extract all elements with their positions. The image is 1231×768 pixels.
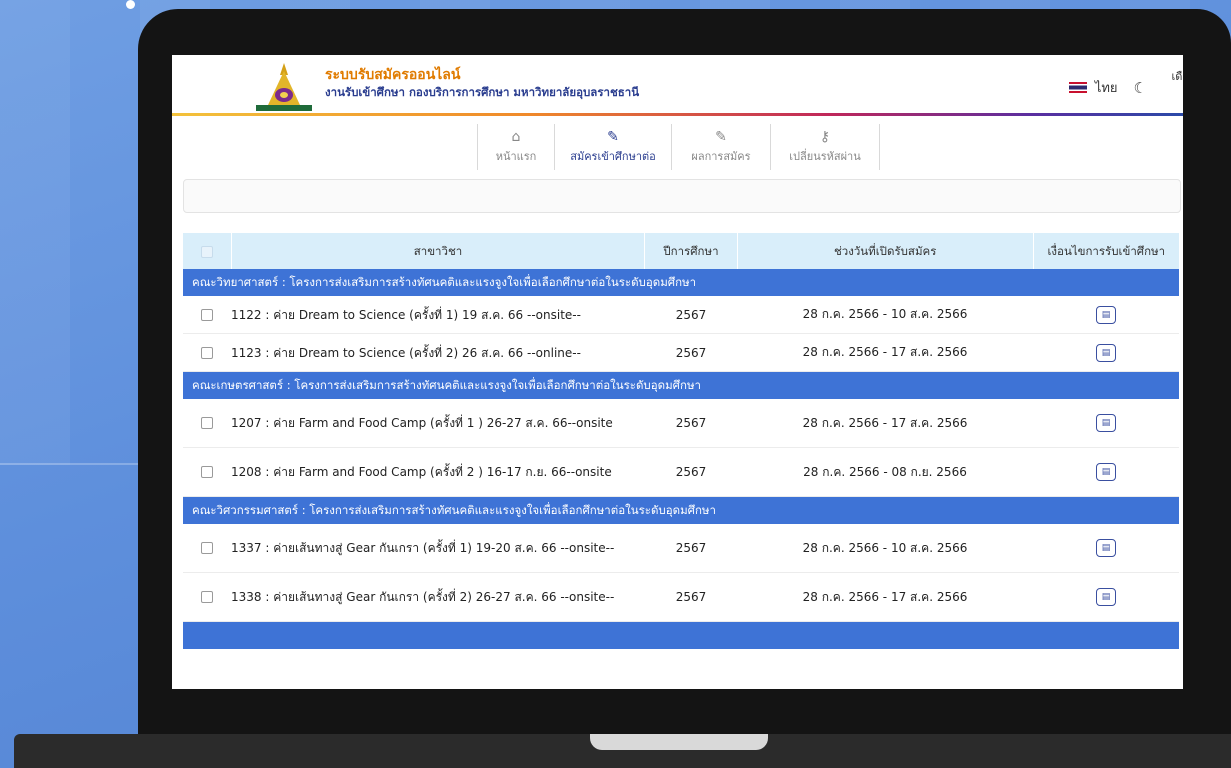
- system-title: ระบบรับสมัครออนไลน์: [325, 67, 461, 83]
- system-subtitle: งานรับเข้าศึกษา กองบริการการศึกษา มหาวิท…: [325, 85, 640, 99]
- table-header: สาขาวิชา ปีการศึกษา ช่วงวันที่เปิดรับสมั…: [183, 233, 1179, 269]
- table-row: 1208 : ค่าย Farm and Food Camp (ครั้งที่…: [183, 448, 1179, 497]
- row-checkbox[interactable]: [201, 466, 213, 478]
- program-name: 1208 : ค่าย Farm and Food Camp (ครั้งที่…: [231, 465, 612, 479]
- site-header: ระบบรับสมัครออนไลน์ งานรับเข้าศึกษา กองบ…: [172, 55, 1183, 117]
- nav-home[interactable]: ⌂ หน้าแรก: [477, 124, 554, 170]
- program-table: สาขาวิชา ปีการศึกษา ช่วงวันที่เปิดรับสมั…: [183, 233, 1179, 649]
- table-row: 1337 : ค่ายเส้นทางสู่ Gear กันเกรา (ครั้…: [183, 524, 1179, 573]
- nav-results[interactable]: ✎ ผลการสมัคร: [671, 124, 770, 170]
- edit-icon: ✎: [715, 129, 727, 145]
- month-label: เดือ: [1171, 70, 1183, 83]
- nav-apply-label: สมัครเข้าศึกษาต่อ: [570, 150, 656, 163]
- faculty-group-header: คณะวิทยาศาสตร์ : โครงการส่งเสริมการสร้าง…: [183, 269, 1179, 296]
- header-program: สาขาวิชา: [232, 233, 646, 269]
- nav-change-password[interactable]: ⚷ เปลี่ยนรหัสผ่าน: [770, 124, 880, 170]
- faculty-group-header-partial: [183, 622, 1179, 649]
- application-dates: 28 ก.ค. 2566 - 10 ส.ค. 2566: [802, 307, 968, 321]
- edit-icon: ✎: [607, 129, 619, 145]
- document-icon[interactable]: ▤: [1096, 588, 1116, 606]
- header-dates: ช่วงวันที่เปิดรับสมัคร: [738, 233, 1034, 269]
- row-checkbox[interactable]: [201, 346, 213, 359]
- row-checkbox[interactable]: [201, 591, 213, 603]
- language-label[interactable]: ไทย: [1095, 77, 1118, 98]
- faculty-group-header: คณะเกษตรศาสตร์ : โครงการส่งเสริมการสร้าง…: [183, 372, 1179, 399]
- program-name: 1207 : ค่าย Farm and Food Camp (ครั้งที่…: [231, 416, 613, 430]
- academic-year: 2567: [675, 590, 707, 604]
- nav-apply[interactable]: ✎ สมัครเข้าศึกษาต่อ: [554, 124, 671, 170]
- laptop-notch: [590, 734, 768, 750]
- home-icon: ⌂: [511, 129, 521, 145]
- academic-year: 2567: [675, 307, 707, 322]
- program-name: 1338 : ค่ายเส้นทางสู่ Gear กันเกรา (ครั้…: [231, 590, 615, 604]
- application-dates: 28 ก.ค. 2566 - 17 ส.ค. 2566: [802, 345, 968, 359]
- main-nav: ⌂ หน้าแรก ✎ สมัครเข้าศึกษาต่อ ✎ ผลการสมั…: [477, 124, 880, 170]
- application-dates: 28 ก.ค. 2566 - 08 ก.ย. 2566: [803, 464, 967, 479]
- faculty-group-header: คณะวิศวกรรมศาสตร์ : โครงการส่งเสริมการสร…: [183, 497, 1179, 524]
- header-year: ปีการศึกษา: [645, 233, 738, 269]
- nav-home-label: หน้าแรก: [495, 150, 537, 163]
- academic-year: 2567: [675, 541, 707, 555]
- application-dates: 28 ก.ค. 2566 - 17 ส.ค. 2566: [802, 589, 968, 604]
- filter-bar[interactable]: [183, 179, 1181, 213]
- row-checkbox[interactable]: [201, 308, 213, 321]
- application-dates: 28 ก.ค. 2566 - 17 ส.ค. 2566: [802, 415, 968, 430]
- header-gradient-line: [172, 113, 1183, 116]
- academic-year: 2567: [675, 416, 707, 430]
- table-row: 1122 : ค่าย Dream to Science (ครั้งที่ 1…: [183, 296, 1179, 334]
- nav-change-password-label: เปลี่ยนรหัสผ่าน: [789, 150, 861, 163]
- table-row: 1123 : ค่าย Dream to Science (ครั้งที่ 2…: [183, 334, 1179, 372]
- table-row: 1338 : ค่ายเส้นทางสู่ Gear กันเกรา (ครั้…: [183, 573, 1179, 622]
- document-icon[interactable]: ▤: [1096, 463, 1116, 481]
- program-name: 1123 : ค่าย Dream to Science (ครั้งที่ 2…: [231, 345, 581, 360]
- document-icon[interactable]: ▤: [1096, 414, 1116, 432]
- academic-year: 2567: [675, 465, 707, 479]
- dark-mode-moon-icon[interactable]: ☾: [1134, 79, 1147, 97]
- program-name: 1122 : ค่าย Dream to Science (ครั้งที่ 1…: [231, 307, 581, 322]
- decorative-dot: [126, 0, 135, 9]
- header-conditions: เงื่อนไขการรับเข้าศึกษา: [1047, 244, 1166, 258]
- program-name: 1337 : ค่ายเส้นทางสู่ Gear กันเกรา (ครั้…: [231, 541, 615, 555]
- select-all-checkbox[interactable]: [200, 246, 213, 258]
- document-icon[interactable]: ▤: [1096, 343, 1116, 362]
- document-icon[interactable]: ▤: [1096, 539, 1116, 557]
- application-dates: 28 ก.ค. 2566 - 10 ส.ค. 2566: [802, 540, 968, 555]
- document-icon[interactable]: ▤: [1096, 305, 1116, 324]
- thai-flag-icon[interactable]: [1068, 82, 1087, 93]
- table-row: 1207 : ค่าย Farm and Food Camp (ครั้งที่…: [183, 399, 1179, 448]
- row-checkbox[interactable]: [201, 542, 213, 554]
- row-checkbox[interactable]: [201, 417, 213, 429]
- laptop-screen: ระบบรับสมัครออนไลน์ งานรับเข้าศึกษา กองบ…: [172, 55, 1183, 689]
- header-controls: ไทย ☾: [1068, 77, 1183, 98]
- academic-year: 2567: [675, 345, 707, 360]
- nav-results-label: ผลการสมัคร: [691, 150, 751, 163]
- university-logo-icon: [256, 63, 312, 111]
- key-icon: ⚷: [819, 129, 831, 145]
